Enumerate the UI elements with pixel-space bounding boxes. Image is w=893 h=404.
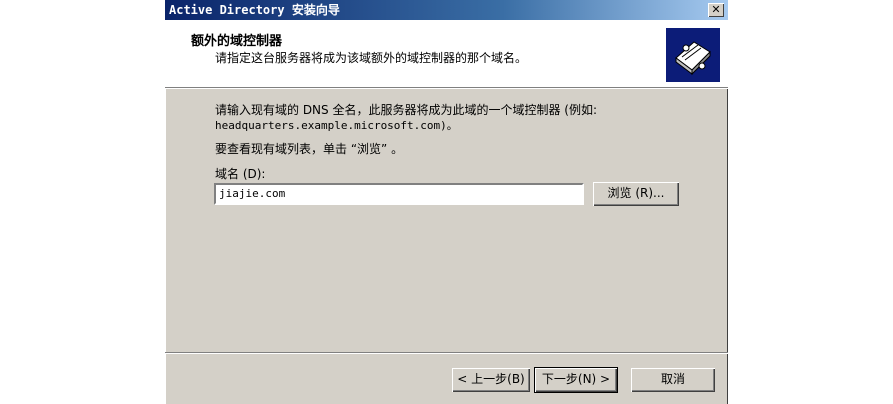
- close-button[interactable]: ✕: [708, 3, 724, 17]
- page-subtitle: 请指定这台服务器将成为该域额外的域控制器的那个域名。: [215, 51, 528, 65]
- back-button[interactable]: < 上一步(B): [452, 368, 530, 392]
- page-title: 额外的域控制器: [191, 34, 283, 49]
- directory-book-icon: [666, 28, 720, 82]
- wizard-dialog: Active Directory 安装向导 ✕ 额外的域控制器 请指定这台服务器…: [165, 0, 728, 404]
- instruction-example: headquarters.example.microsoft.com)。: [215, 119, 458, 132]
- domain-name-input[interactable]: jiajie.com: [214, 183, 584, 205]
- browse-button[interactable]: 浏览 (R)...: [593, 182, 679, 206]
- title-bar: Active Directory 安装向导 ✕: [165, 0, 728, 20]
- next-button[interactable]: 下一步(N) >: [534, 367, 618, 393]
- footer-divider: [165, 352, 728, 354]
- cancel-button[interactable]: 取消: [631, 368, 715, 392]
- domain-label: 域名 (D):: [215, 167, 266, 181]
- browse-hint: 要查看现有域列表，单击 “浏览” 。: [215, 142, 404, 156]
- header-divider: [165, 87, 728, 89]
- window-title: Active Directory 安装向导: [169, 3, 340, 17]
- instruction-text: 请输入现有域的 DNS 全名，此服务器将成为此域的一个域控制器 (例如:: [215, 103, 598, 117]
- wizard-header: 额外的域控制器 请指定这台服务器将成为该域额外的域控制器的那个域名。: [165, 20, 728, 87]
